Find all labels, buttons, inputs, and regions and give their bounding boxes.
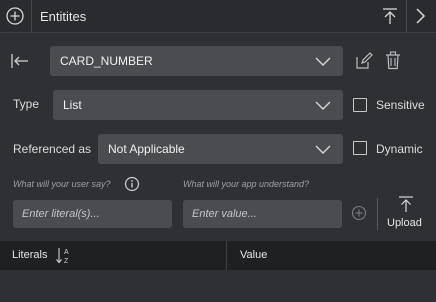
- column-header-literals[interactable]: Literals: [12, 249, 47, 261]
- sort-az-icon[interactable]: A Z: [56, 246, 72, 265]
- column-header-value[interactable]: Value: [240, 249, 267, 261]
- value-input[interactable]: [183, 200, 342, 228]
- literal-hint: What will your user say?: [13, 179, 111, 189]
- header-divider: [406, 0, 407, 32]
- upload-button[interactable]: Upload: [387, 217, 422, 229]
- table-header: Literals A Z Value: [0, 241, 436, 270]
- type-select[interactable]: List: [53, 90, 343, 120]
- export-icon[interactable]: [380, 6, 400, 26]
- dynamic-label: Dynamic: [376, 142, 423, 156]
- svg-text:Z: Z: [64, 258, 69, 265]
- edit-icon[interactable]: [355, 52, 373, 70]
- sensitive-label: Sensitive: [376, 98, 425, 112]
- entity-select[interactable]: CARD_NUMBER: [50, 46, 343, 76]
- type-value: List: [63, 98, 82, 112]
- referenced-as-select[interactable]: Not Applicable: [98, 134, 343, 164]
- chevron-down-icon: [315, 101, 331, 110]
- trash-icon[interactable]: [385, 51, 401, 70]
- referenced-as-value: Not Applicable: [108, 142, 185, 156]
- chevron-right-icon[interactable]: [412, 7, 428, 25]
- value-hint: What will your app understand?: [183, 179, 310, 189]
- plus-circle-icon[interactable]: [4, 5, 26, 27]
- table-body: [0, 270, 436, 302]
- arrow-left-bar-icon[interactable]: [10, 52, 30, 70]
- chevron-down-icon: [315, 145, 331, 154]
- add-literal-icon[interactable]: [351, 205, 367, 221]
- column-divider: [226, 241, 227, 270]
- literal-input[interactable]: [13, 200, 172, 228]
- svg-text:A: A: [64, 249, 69, 256]
- referenced-as-label: Referenced as: [13, 142, 92, 156]
- panel-title: Entitites: [40, 9, 87, 24]
- upload-divider: [377, 198, 378, 230]
- type-label: Type: [13, 97, 40, 111]
- upload-icon[interactable]: [397, 195, 415, 213]
- info-icon[interactable]: [124, 176, 140, 192]
- chevron-down-icon: [315, 57, 331, 66]
- sensitive-checkbox[interactable]: [353, 98, 367, 112]
- entity-name: CARD_NUMBER: [60, 54, 153, 68]
- panel-header: Entitites: [0, 0, 436, 33]
- header-divider: [31, 0, 32, 32]
- dynamic-checkbox[interactable]: [353, 141, 367, 155]
